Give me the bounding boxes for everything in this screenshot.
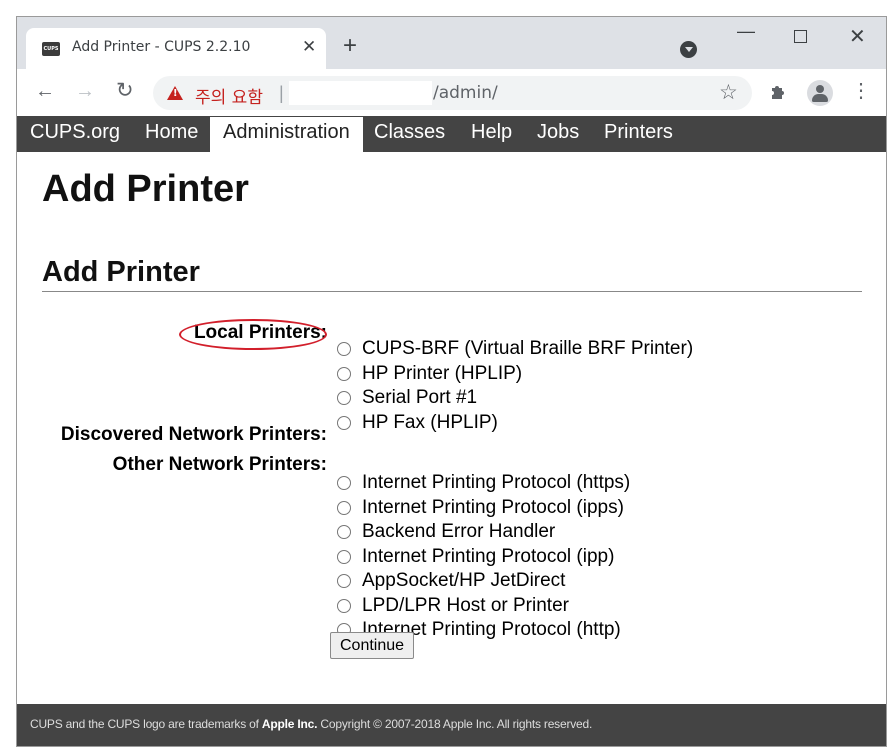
bookmark-star-icon[interactable]: ☆ (719, 80, 738, 105)
nav-classes[interactable]: Classes (374, 121, 445, 144)
tab-search-icon[interactable] (680, 41, 697, 58)
cups-nav-bar: CUPS.org Home Administration Classes Hel… (17, 116, 886, 152)
radio-button[interactable] (337, 342, 351, 356)
browser-tab[interactable]: CUPS Add Printer - CUPS 2.2.10 ✕ (26, 28, 326, 69)
cups-favicon-icon: CUPS (42, 42, 60, 56)
radio-button[interactable] (337, 367, 351, 381)
footer-prefix: CUPS and the CUPS logo are trademarks of (30, 717, 262, 731)
nav-jobs[interactable]: Jobs (537, 121, 579, 144)
radio-option-label: Backend Error Handler (362, 521, 556, 542)
warning-icon[interactable] (167, 86, 183, 100)
maximize-icon[interactable] (794, 30, 807, 43)
radio-option-label: Internet Printing Protocol (ipps) (362, 497, 624, 518)
radio-option-label: CUPS-BRF (Virtual Braille BRF Printer) (362, 338, 694, 359)
radio-button[interactable] (337, 574, 351, 588)
radio-button[interactable] (337, 391, 351, 405)
footer-text: CUPS and the CUPS logo are trademarks of… (30, 717, 592, 731)
nav-printers[interactable]: Printers (604, 121, 673, 144)
radio-option-label: Internet Printing Protocol (ipp) (362, 546, 615, 567)
tab-title: Add Printer - CUPS 2.2.10 (72, 39, 251, 55)
radio-option-label: HP Printer (HPLIP) (362, 363, 523, 384)
nav-cups-org[interactable]: CUPS.org (30, 121, 120, 144)
tab-strip: CUPS Add Printer - CUPS 2.2.10 ✕ + — ✕ (17, 17, 886, 69)
browser-toolbar: ← → ↻ 주의 요함 | /admin/ ☆ ⋮ (17, 69, 886, 116)
red-circle-annotation (179, 319, 327, 350)
tab-close-icon[interactable]: ✕ (302, 37, 316, 57)
url-host-redacted (289, 81, 432, 105)
radio-button[interactable] (337, 476, 351, 490)
browser-window: CUPS Add Printer - CUPS 2.2.10 ✕ + — ✕ ←… (16, 16, 887, 747)
url-path[interactable]: /admin/ (433, 83, 498, 103)
discovered-network-printers-label: Discovered Network Printers: (60, 424, 327, 445)
page-content: Add Printer Add Printer Local Printers: … (17, 152, 886, 704)
security-warning-text[interactable]: 주의 요함 (195, 83, 263, 108)
new-tab-icon[interactable]: + (343, 34, 357, 58)
window-close-icon[interactable]: ✕ (849, 24, 866, 49)
minimize-icon[interactable]: — (737, 21, 755, 42)
radio-button[interactable] (337, 599, 351, 613)
radio-option-label: HP Fax (HPLIP) (362, 412, 498, 433)
section-divider (42, 291, 862, 292)
radio-button[interactable] (337, 416, 351, 430)
radio-button[interactable] (337, 550, 351, 564)
reload-icon[interactable]: ↻ (116, 80, 134, 101)
nav-administration[interactable]: Administration (210, 117, 363, 152)
radio-option-label: Serial Port #1 (362, 387, 478, 408)
other-network-printers-label: Other Network Printers: (112, 454, 327, 475)
address-bar[interactable]: 주의 요함 | /admin/ ☆ (153, 76, 752, 110)
page-title: Add Printer (42, 168, 249, 210)
footer-suffix: Copyright © 2007-2018 Apple Inc. All rig… (317, 717, 593, 731)
radio-option-label: AppSocket/HP JetDirect (362, 570, 566, 591)
forward-arrow-icon[interactable]: → (75, 81, 95, 101)
page-footer: CUPS and the CUPS logo are trademarks of… (17, 704, 886, 746)
continue-button[interactable]: Continue (330, 632, 415, 659)
nav-help[interactable]: Help (471, 121, 512, 144)
section-title: Add Printer (42, 256, 200, 288)
radio-button[interactable] (337, 525, 351, 539)
radio-option-label: LPD/LPR Host or Printer (362, 595, 569, 616)
profile-avatar-icon[interactable] (807, 80, 833, 106)
address-separator: | (279, 83, 284, 103)
extensions-puzzle-icon[interactable] (769, 82, 789, 102)
radio-option-label: Internet Printing Protocol (https) (362, 472, 631, 493)
radio-button[interactable] (337, 501, 351, 515)
browser-menu-icon[interactable]: ⋮ (851, 81, 871, 101)
footer-brand: Apple Inc. (261, 717, 318, 731)
back-arrow-icon[interactable]: ← (35, 81, 55, 101)
nav-home[interactable]: Home (145, 121, 198, 144)
